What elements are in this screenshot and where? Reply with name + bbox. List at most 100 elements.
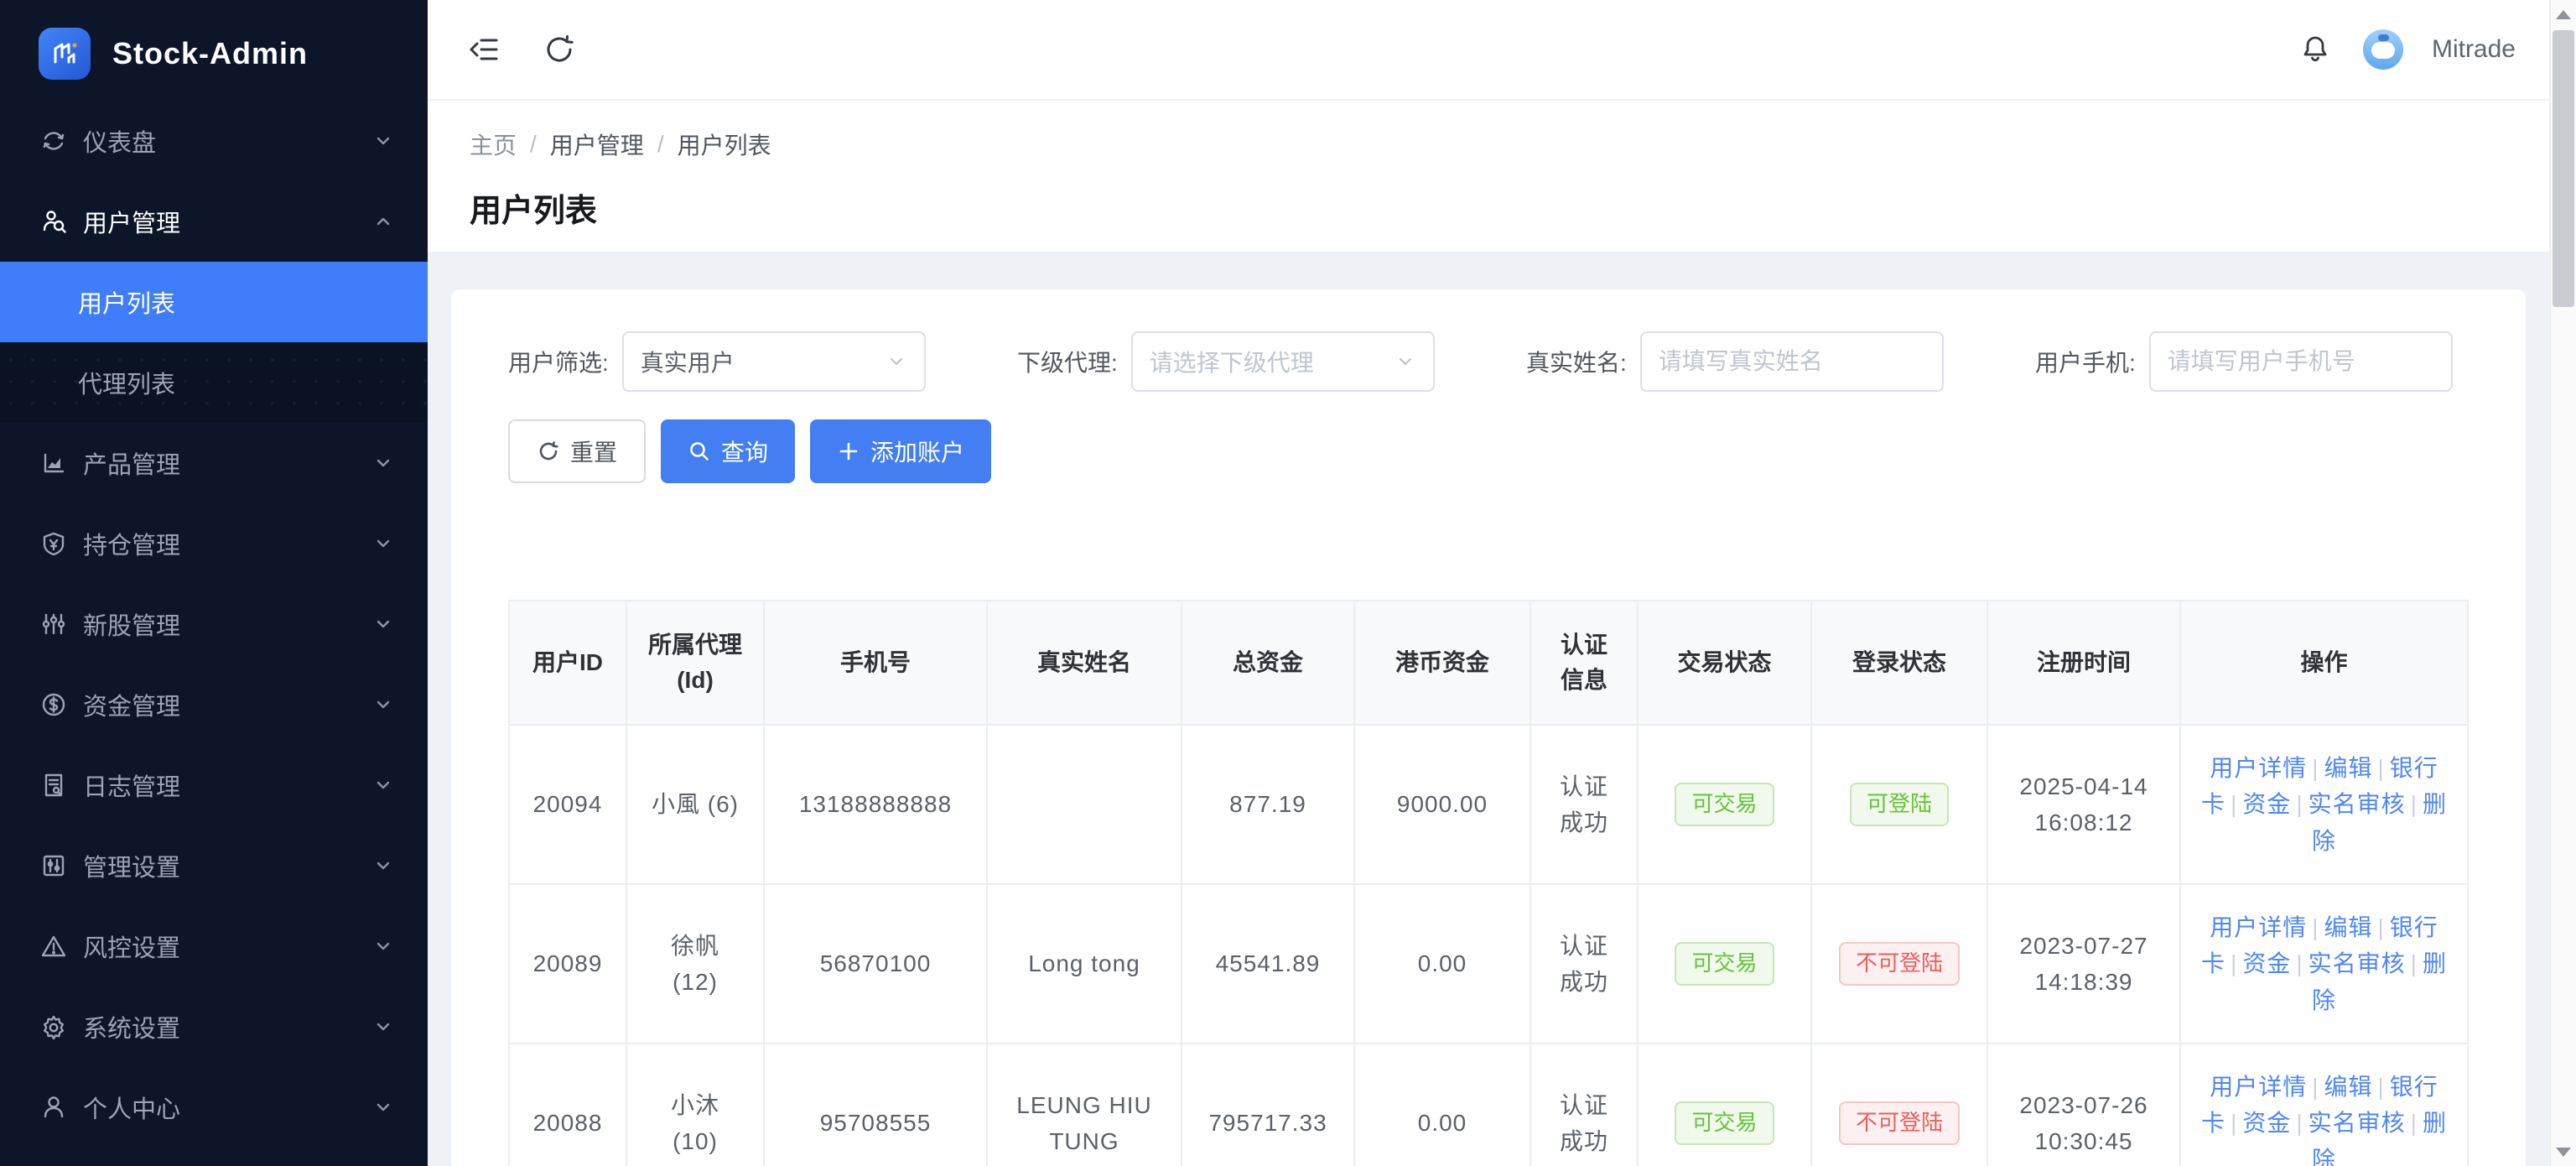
sidebar-item-label: 系统设置	[83, 1009, 372, 1044]
chevron-down-icon	[372, 452, 394, 474]
sidebar-item-product-management[interactable]: 产品管理	[0, 423, 428, 503]
cell-actions: 用户详情|编辑|银行卡|资金|实名审核|删除	[2180, 725, 2468, 884]
cell-login-status: 不可登陆	[1811, 884, 1987, 1044]
cell-hkd-funds: 0.00	[1354, 1044, 1530, 1166]
sidebar-item-personal-center[interactable]: 个人中心	[0, 1067, 428, 1148]
app-title: Stock-Admin	[112, 36, 308, 71]
filter-sub-agent: 下级代理: 请选择下级代理	[1017, 331, 1526, 392]
sidebar-submenu-user-management: 用户列表 代理列表	[0, 262, 428, 423]
system-gear-icon	[39, 1012, 68, 1041]
page-scrollbar[interactable]	[2549, 0, 2576, 1166]
user-phone-label: 用户手机:	[2035, 345, 2136, 378]
cell-login-status: 可登陆	[1811, 725, 1987, 884]
sidebar-item-agent-list[interactable]: 代理列表	[0, 342, 428, 423]
sidebar-item-dashboard[interactable]: 仪表盘	[0, 101, 428, 181]
cell-actions: 用户详情|编辑|银行卡|资金|实名审核|删除	[2180, 1044, 2468, 1166]
edit-link[interactable]: 编辑	[2324, 914, 2372, 940]
sidebar-item-user-list[interactable]: 用户列表	[0, 262, 428, 342]
app-logo[interactable]: Stock-Admin	[0, 0, 428, 84]
sidebar-item-funds-management[interactable]: 资金管理	[0, 664, 428, 745]
sidebar-item-label: 用户管理	[83, 204, 372, 239]
sidebar-item-risk-settings[interactable]: 风控设置	[0, 906, 428, 986]
breadcrumb-user-management[interactable]: 用户管理	[550, 128, 644, 161]
user-avatar[interactable]	[2363, 29, 2403, 70]
collapse-sidebar-button[interactable]	[466, 30, 505, 69]
admin-settings-icon	[39, 851, 68, 880]
cell-auth-info: 认证成功	[1530, 725, 1638, 884]
reset-icon	[537, 440, 560, 463]
user-filter-select[interactable]: 真实用户	[622, 331, 926, 392]
edit-link[interactable]: 编辑	[2324, 1074, 2372, 1100]
position-shield-icon	[39, 529, 68, 558]
scrollbar-down-arrow[interactable]	[2551, 1137, 2576, 1166]
add-account-button[interactable]: 添加账户	[810, 419, 991, 483]
edit-link[interactable]: 编辑	[2324, 755, 2372, 781]
page-title: 用户列表	[470, 185, 2549, 231]
login-status-badge: 可登陆	[1850, 783, 1949, 825]
user-table: 用户ID 所属代理 (Id) 手机号 真实姓名 总资金 港币资金 认证信息 交易…	[508, 600, 2469, 1166]
filter-user-type: 用户筛选: 真实用户	[508, 331, 1017, 392]
funds-link[interactable]: 资金	[2242, 791, 2291, 817]
user-detail-link[interactable]: 用户详情	[2210, 914, 2307, 940]
topbar-username[interactable]: Mitrade	[2432, 35, 2516, 64]
cell-user-id: 20088	[509, 1044, 626, 1166]
topbar: Mitrade	[428, 0, 2549, 101]
user-detail-link[interactable]: 用户详情	[2210, 755, 2307, 781]
chevron-down-icon	[1394, 351, 1416, 372]
cell-trade-status: 可交易	[1638, 725, 1811, 884]
scrollbar-thumb[interactable]	[2553, 30, 2574, 307]
trade-status-badge: 可交易	[1675, 783, 1774, 825]
filter-bar: 用户筛选: 真实用户 下级代理: 请选择下级代理 真实姓名:	[508, 289, 2469, 392]
refresh-icon	[543, 33, 576, 66]
kyc-audit-link[interactable]: 实名审核	[2309, 1110, 2406, 1136]
sidebar-item-system-settings[interactable]: 系统设置	[0, 986, 428, 1067]
sidebar-item-log-management[interactable]: 日志管理	[0, 745, 428, 825]
sub-agent-select[interactable]: 请选择下级代理	[1131, 331, 1435, 392]
real-name-input[interactable]	[1640, 331, 1944, 392]
kyc-audit-link[interactable]: 实名审核	[2309, 950, 2406, 976]
chevron-down-icon	[372, 1016, 394, 1038]
sidebar-item-admin-settings[interactable]: 管理设置	[0, 825, 428, 906]
cell-trade-status: 可交易	[1638, 884, 1811, 1044]
search-button[interactable]: 查询	[661, 419, 795, 483]
sidebar-item-label: 新股管理	[83, 606, 372, 642]
table-row: 20094 小風 (6) 13188888888 877.19 9000.00 …	[509, 725, 2468, 884]
cell-real-name	[987, 725, 1182, 884]
chevron-up-icon	[372, 211, 394, 232]
sidebar-item-user-management[interactable]: 用户管理	[0, 181, 428, 262]
trade-status-badge: 可交易	[1675, 1101, 1774, 1144]
sidebar-item-position-management[interactable]: 持仓管理	[0, 503, 428, 584]
breadcrumb-home[interactable]: 主页	[470, 128, 517, 161]
col-agent: 所属代理 (Id)	[626, 601, 764, 725]
scrollbar-up-arrow[interactable]	[2551, 0, 2576, 29]
cell-user-id: 20094	[509, 725, 626, 884]
sidebar-item-label: 风控设置	[83, 929, 372, 964]
action-buttons: 重置 查询 添加账户	[508, 419, 2469, 483]
col-user-id: 用户ID	[509, 601, 626, 725]
sidebar-item-ipo-management[interactable]: 新股管理	[0, 584, 428, 664]
funds-link[interactable]: 资金	[2242, 1110, 2291, 1136]
refresh-button[interactable]	[540, 30, 579, 69]
chevron-down-icon	[372, 694, 394, 716]
product-chart-icon	[39, 449, 68, 477]
breadcrumb: 主页 / 用户管理 / 用户列表	[470, 128, 2549, 161]
funds-dollar-icon	[39, 690, 68, 719]
sidebar: Stock-Admin 仪表盘 用户管理	[0, 0, 428, 1166]
breadcrumb-separator: /	[657, 131, 664, 158]
breadcrumb-user-list[interactable]: 用户列表	[678, 128, 771, 161]
funds-link[interactable]: 资金	[2242, 950, 2291, 976]
user-phone-input[interactable]	[2149, 331, 2453, 392]
col-phone: 手机号	[764, 601, 987, 725]
kyc-audit-link[interactable]: 实名审核	[2309, 791, 2406, 817]
reset-button[interactable]: 重置	[508, 419, 646, 483]
cell-user-id: 20089	[509, 884, 626, 1044]
cell-total-funds: 795717.33	[1182, 1044, 1354, 1166]
filter-user-phone: 用户手机:	[2035, 331, 2544, 392]
dashboard-icon	[39, 127, 68, 155]
sidebar-item-label: 管理设置	[83, 848, 372, 883]
cell-phone: 95708555	[764, 1044, 987, 1166]
col-total-funds: 总资金	[1182, 601, 1354, 725]
notification-bell-button[interactable]	[2296, 30, 2334, 69]
user-detail-link[interactable]: 用户详情	[2210, 1074, 2307, 1100]
cell-agent: 小風 (6)	[626, 725, 764, 884]
